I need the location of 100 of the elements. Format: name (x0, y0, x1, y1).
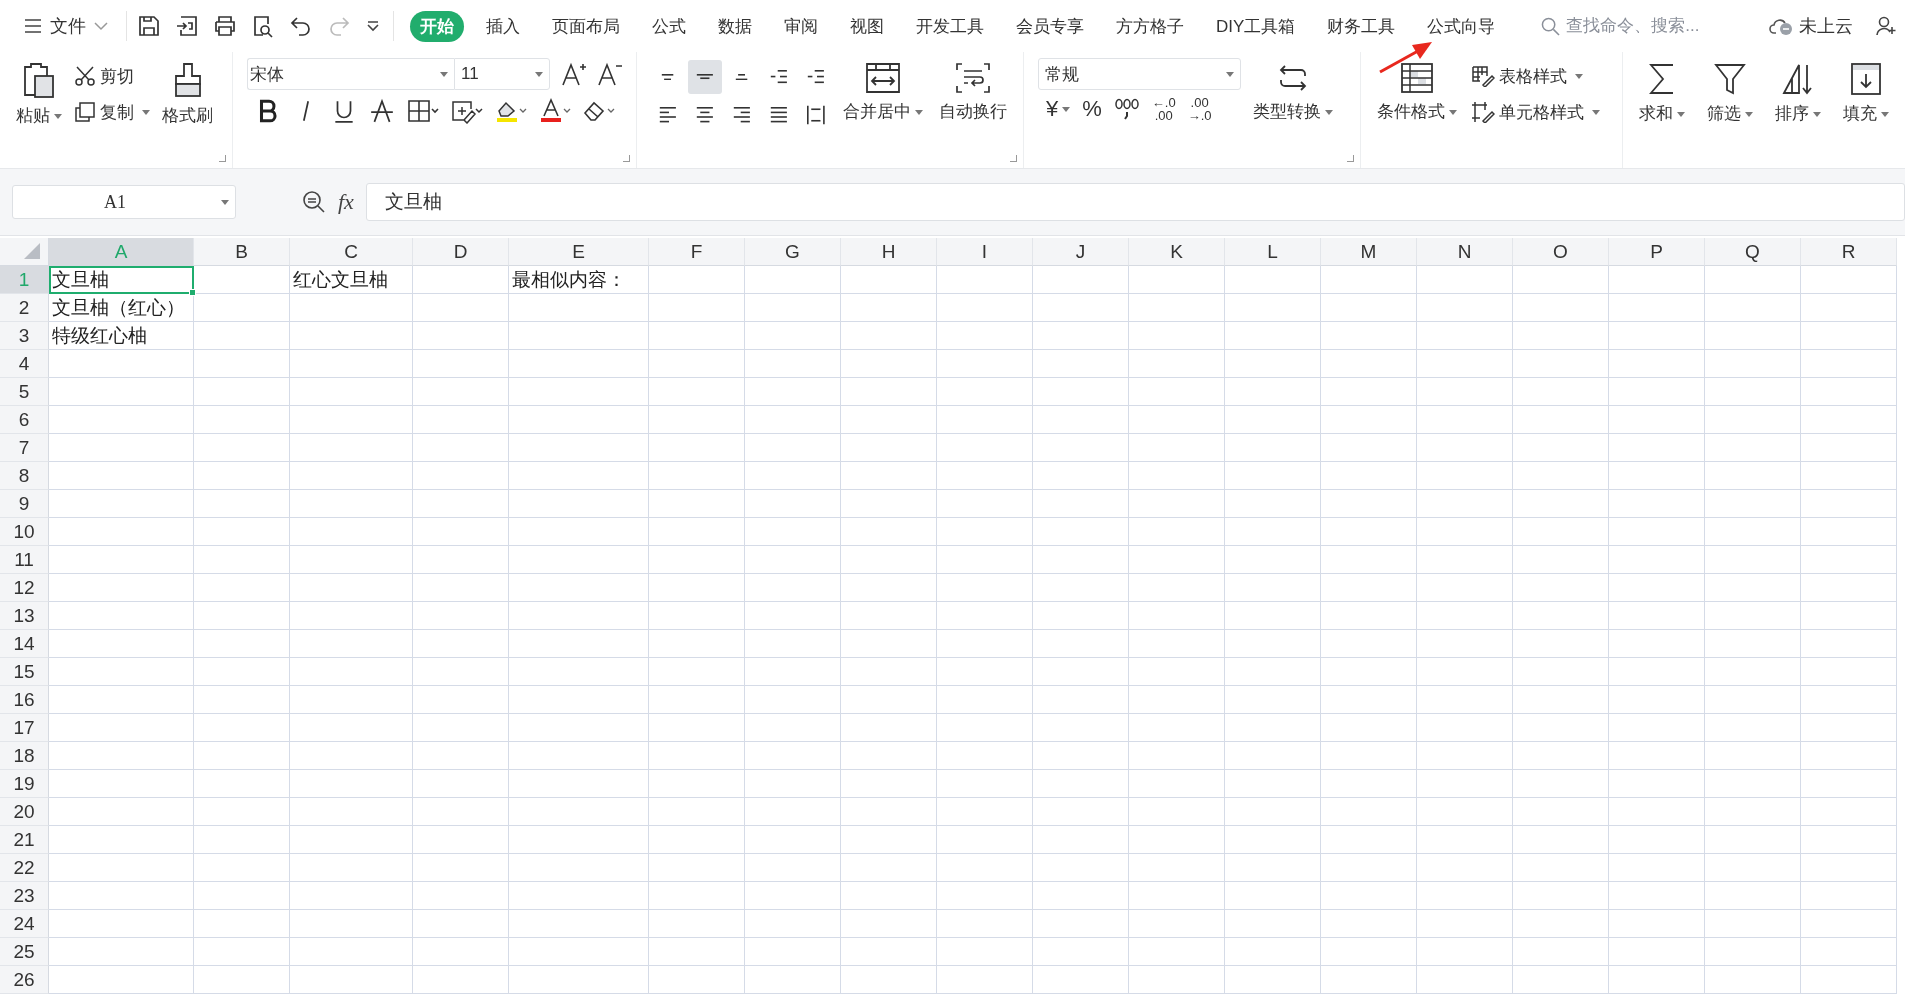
ribbon-tab[interactable]: 会员专享 (1006, 10, 1094, 42)
formula-input[interactable]: 文旦柚 (365, 183, 1905, 221)
ribbon-tab[interactable]: 财务工具 (1317, 10, 1406, 42)
thousands-separator-icon[interactable] (1113, 96, 1140, 122)
row-header[interactable]: 16 (0, 686, 49, 714)
row-header[interactable]: 10 (0, 518, 49, 546)
paste-button[interactable]: 粘贴 (14, 58, 64, 131)
table-cell[interactable]: 特级红心柚 (49, 322, 194, 350)
type-convert-button[interactable]: 类型转换 (1251, 58, 1336, 127)
row-header[interactable]: 15 (0, 658, 49, 686)
save-icon[interactable] (137, 14, 161, 38)
row-header[interactable]: 14 (0, 630, 49, 658)
zoom-icon[interactable] (302, 190, 326, 214)
cell-format-icon[interactable] (451, 98, 484, 124)
conditional-format-button[interactable]: 条件格式 (1375, 58, 1460, 127)
row-header[interactable]: 5 (0, 378, 49, 406)
column-header[interactable]: C (290, 238, 413, 266)
font-name-dropdown[interactable]: 宋体 (247, 58, 455, 90)
column-header[interactable]: G (745, 238, 841, 266)
print-preview-icon[interactable] (251, 14, 275, 38)
column-header[interactable]: O (1513, 238, 1609, 266)
table-cell[interactable]: 文旦柚 (49, 266, 194, 294)
row-header[interactable]: 26 (0, 966, 49, 994)
column-header[interactable]: J (1033, 238, 1129, 266)
column-header[interactable]: B (194, 238, 290, 266)
file-menu[interactable]: 文件 (18, 10, 114, 42)
row-header[interactable]: 8 (0, 462, 49, 490)
column-header[interactable]: K (1129, 238, 1225, 266)
editing-button[interactable]: 填充 (1841, 58, 1891, 129)
row-header[interactable]: 20 (0, 798, 49, 826)
search-field[interactable]: 查找命令、搜索... (1541, 15, 1742, 37)
table-cell[interactable]: 最相似内容： (509, 266, 649, 294)
decimal-button[interactable]: .00 →.0 (1187, 96, 1212, 122)
row-header[interactable]: 23 (0, 882, 49, 910)
number-format-dropdown[interactable]: 常规 (1038, 58, 1242, 90)
column-header[interactable]: N (1417, 238, 1513, 266)
row-header[interactable]: 21 (0, 826, 49, 854)
row-header[interactable]: 18 (0, 742, 49, 770)
name-box[interactable]: A1 (12, 185, 236, 219)
column-header[interactable]: I (937, 238, 1033, 266)
editing-button[interactable]: 求和 (1637, 58, 1687, 129)
ribbon-tab[interactable]: 公式 (642, 10, 696, 42)
alignment-button[interactable] (688, 60, 723, 94)
row-header[interactable]: 25 (0, 938, 49, 966)
row-header[interactable]: 19 (0, 770, 49, 798)
print-icon[interactable] (213, 14, 237, 38)
column-header[interactable]: R (1801, 238, 1897, 266)
row-header[interactable]: 3 (0, 322, 49, 350)
ribbon-tab[interactable]: DIY工具箱 (1206, 10, 1306, 42)
ribbon-tab[interactable]: 页面布局 (542, 10, 630, 42)
row-header[interactable]: 4 (0, 350, 49, 378)
borders-icon[interactable] (407, 98, 440, 124)
ribbon-tab[interactable]: 公式向导 (1417, 10, 1506, 42)
row-header[interactable]: 13 (0, 602, 49, 630)
font-size-dropdown[interactable]: 11 (454, 58, 551, 90)
ribbon-tab[interactable]: 开发工具 (906, 10, 994, 42)
ribbon-tab[interactable]: 审阅 (774, 10, 828, 42)
row-header[interactable]: 2 (0, 294, 49, 322)
increase-font-icon[interactable] (560, 61, 587, 87)
ribbon-tab[interactable]: 数据 (708, 10, 762, 42)
percent-button[interactable]: % (1082, 96, 1102, 122)
column-header[interactable]: L (1225, 238, 1321, 266)
insert-function-button[interactable]: fx (338, 189, 354, 215)
column-header[interactable]: M (1321, 238, 1417, 266)
redo-icon[interactable] (327, 14, 351, 38)
format-painter-button[interactable]: 格式刷 (160, 58, 215, 131)
table-cell[interactable]: 文旦柚（红心） (49, 294, 194, 322)
add-user-icon[interactable] (1875, 15, 1898, 37)
cut-button[interactable]: 剪切 (74, 62, 150, 90)
copy-button[interactable]: 复制 (74, 98, 150, 126)
customize-dropdown-icon[interactable] (365, 18, 381, 34)
row-header[interactable]: 17 (0, 714, 49, 742)
undo-icon[interactable] (289, 14, 313, 38)
ribbon-tab[interactable]: 视图 (840, 10, 894, 42)
ribbon-tab[interactable]: 插入 (476, 10, 530, 42)
cloud-status-button[interactable]: 未上云 (1769, 14, 1854, 38)
merge-center-button[interactable]: 合并居中 (841, 58, 926, 127)
select-all-corner[interactable] (0, 238, 49, 266)
row-header[interactable]: 7 (0, 434, 49, 462)
column-header[interactable]: P (1609, 238, 1705, 266)
row-header[interactable]: 24 (0, 910, 49, 938)
column-header[interactable]: Q (1705, 238, 1801, 266)
column-header[interactable]: H (841, 238, 937, 266)
strikethrough-icon[interactable] (369, 98, 396, 124)
column-header[interactable]: D (413, 238, 509, 266)
decimal-button[interactable]: ←.0 .00 (1151, 96, 1176, 122)
row-header[interactable]: 6 (0, 406, 49, 434)
currency-button[interactable]: ¥ (1046, 96, 1071, 122)
table-style-button[interactable]: 表格样式 (1471, 62, 1601, 90)
export-icon[interactable] (175, 14, 199, 38)
cell-style-button[interactable]: 单元格样式 (1471, 98, 1601, 126)
editing-button[interactable]: 排序 (1773, 58, 1823, 129)
row-header[interactable]: 9 (0, 490, 49, 518)
row-header[interactable]: 11 (0, 546, 49, 574)
column-header[interactable]: E (509, 238, 649, 266)
row-header[interactable]: 22 (0, 854, 49, 882)
wrap-text-button[interactable]: 自动换行 (937, 58, 1010, 127)
editing-button[interactable]: 筛选 (1705, 58, 1755, 129)
font-color-icon[interactable] (539, 98, 572, 124)
table-cell[interactable]: 红心文旦柚 (290, 266, 413, 294)
